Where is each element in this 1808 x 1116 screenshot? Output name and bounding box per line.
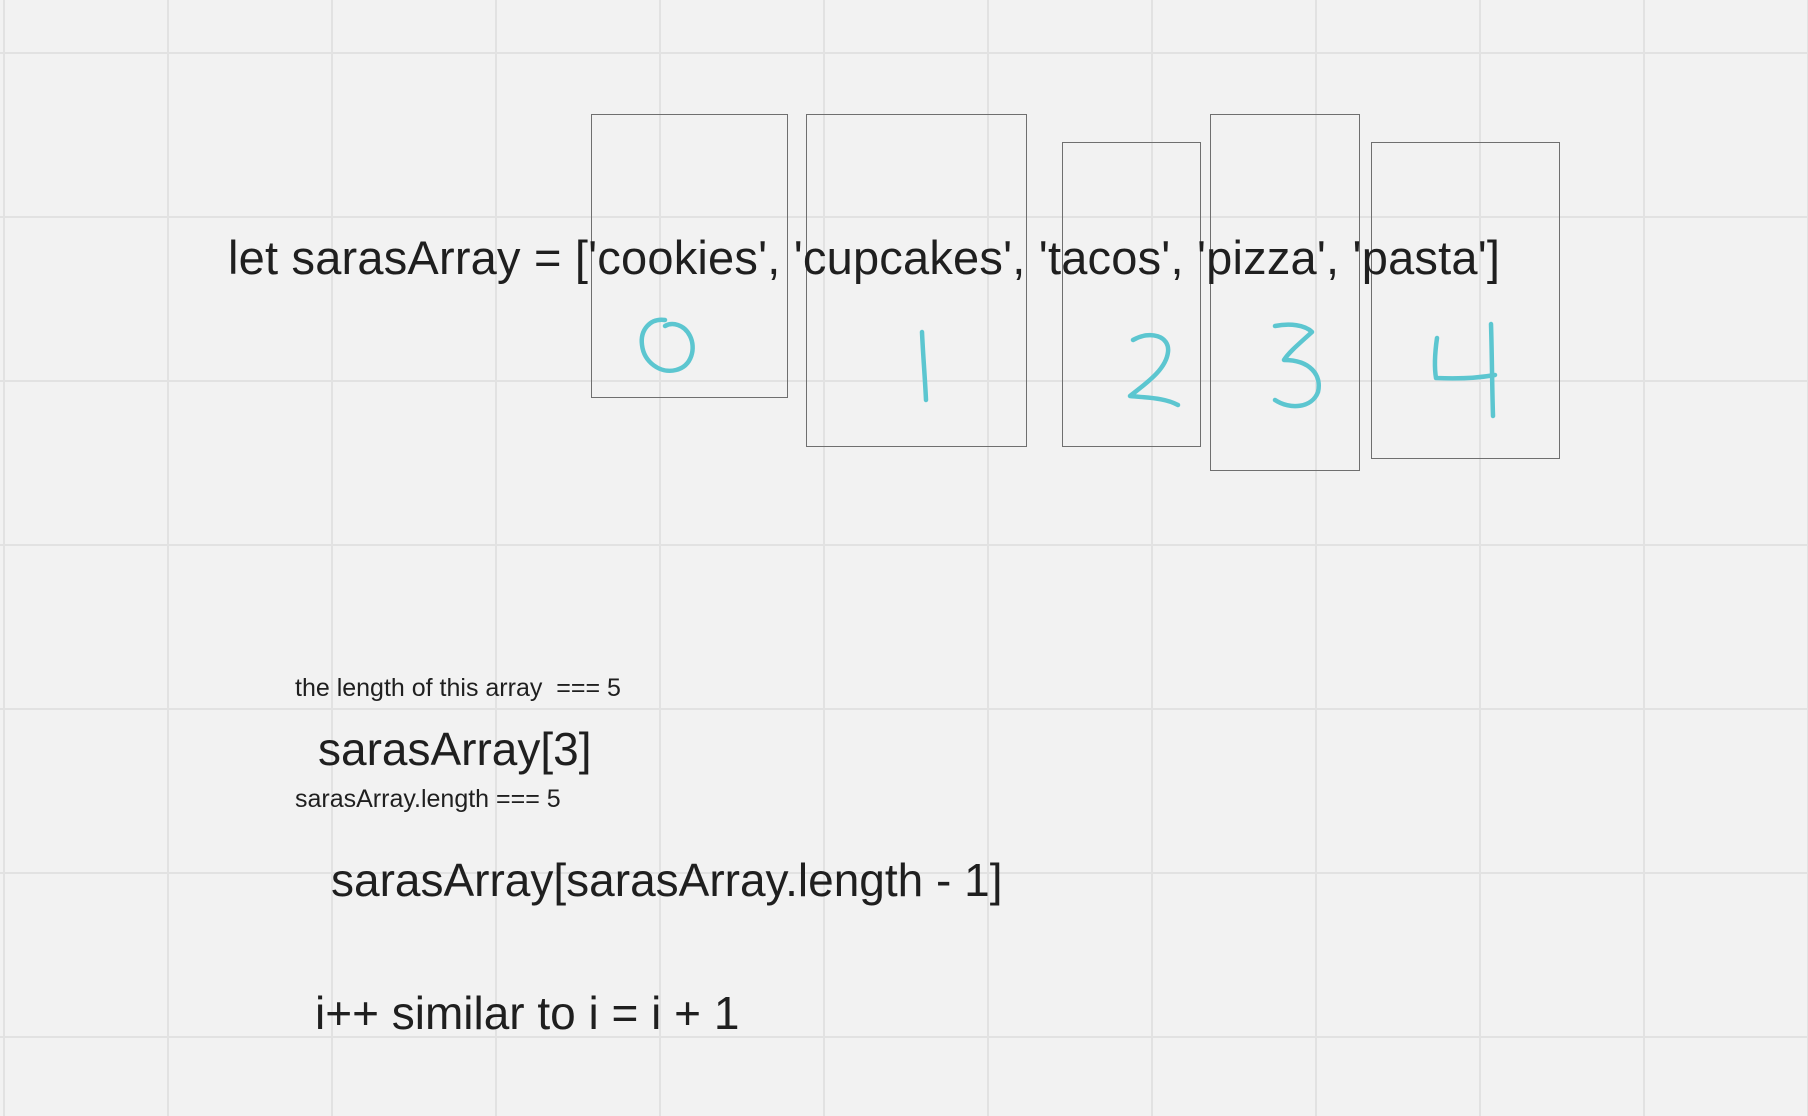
note-line-length-property: sarasArray.length === 5 — [295, 785, 561, 813]
last-item-expression[interactable]: sarasArray[sarasArray.length - 1] — [331, 857, 1003, 903]
increment-explanation[interactable]: i++ similar to i = i + 1 — [315, 990, 739, 1036]
whiteboard-canvas[interactable]: let sarasArray = ['cookies', 'cupcakes',… — [0, 0, 1808, 1116]
array-declaration-text[interactable]: let sarasArray = ['cookies', 'cupcakes',… — [228, 234, 1500, 281]
note-line-length: the length of this array === 5 — [295, 674, 621, 702]
index-box-3[interactable] — [1210, 114, 1360, 471]
index-box-2[interactable] — [1062, 142, 1201, 447]
index-access-expression[interactable]: sarasArray[3] — [318, 726, 592, 772]
index-box-4[interactable] — [1371, 142, 1560, 459]
